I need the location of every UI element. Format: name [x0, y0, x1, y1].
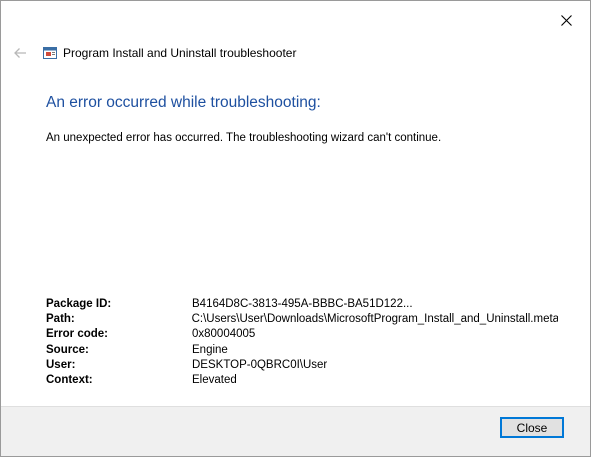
detail-row-package-id: Package ID: B4164D8C-3813-495A-BBBC-BA51…	[46, 297, 558, 312]
error-heading: An error occurred while troubleshooting:	[46, 94, 321, 111]
detail-value: 0x80004005	[192, 328, 256, 341]
close-icon[interactable]	[552, 7, 580, 33]
detail-label: Source:	[46, 343, 89, 356]
window-title: Program Install and Uninstall troublesho…	[63, 46, 297, 60]
detail-row-context: Context: Elevated	[46, 373, 558, 388]
detail-label: Path:	[46, 313, 75, 326]
detail-row-source: Source: Engine	[46, 343, 558, 358]
window-header: Program Install and Uninstall troublesho…	[13, 43, 296, 63]
error-details: Package ID: B4164D8C-3813-495A-BBBC-BA51…	[46, 297, 558, 388]
detail-value: Elevated	[192, 373, 237, 386]
back-arrow-icon[interactable]	[13, 46, 31, 60]
detail-value: C:\Users\User\Downloads\MicrosoftProgram…	[191, 313, 558, 326]
detail-row-error-code: Error code: 0x80004005	[46, 327, 558, 342]
detail-row-path: Path: C:\Users\User\Downloads\MicrosoftP…	[46, 312, 558, 327]
detail-value: B4164D8C-3813-495A-BBBC-BA51D122...	[192, 298, 413, 310]
close-button[interactable]: Close	[500, 417, 564, 438]
detail-row-user: User: DESKTOP-0QBRC0I\User	[46, 358, 558, 373]
detail-label: Context:	[46, 373, 93, 386]
detail-value: DESKTOP-0QBRC0I\User	[192, 358, 328, 371]
detail-label: Error code:	[46, 328, 108, 341]
detail-label: User:	[46, 358, 76, 371]
detail-value: Engine	[192, 343, 228, 356]
detail-label: Package ID:	[46, 298, 112, 310]
dialog-footer: Close	[1, 406, 590, 456]
troubleshooter-icon	[43, 47, 57, 59]
error-message: An unexpected error has occurred. The tr…	[46, 132, 442, 144]
troubleshooter-window: Program Install and Uninstall troublesho…	[0, 0, 591, 457]
